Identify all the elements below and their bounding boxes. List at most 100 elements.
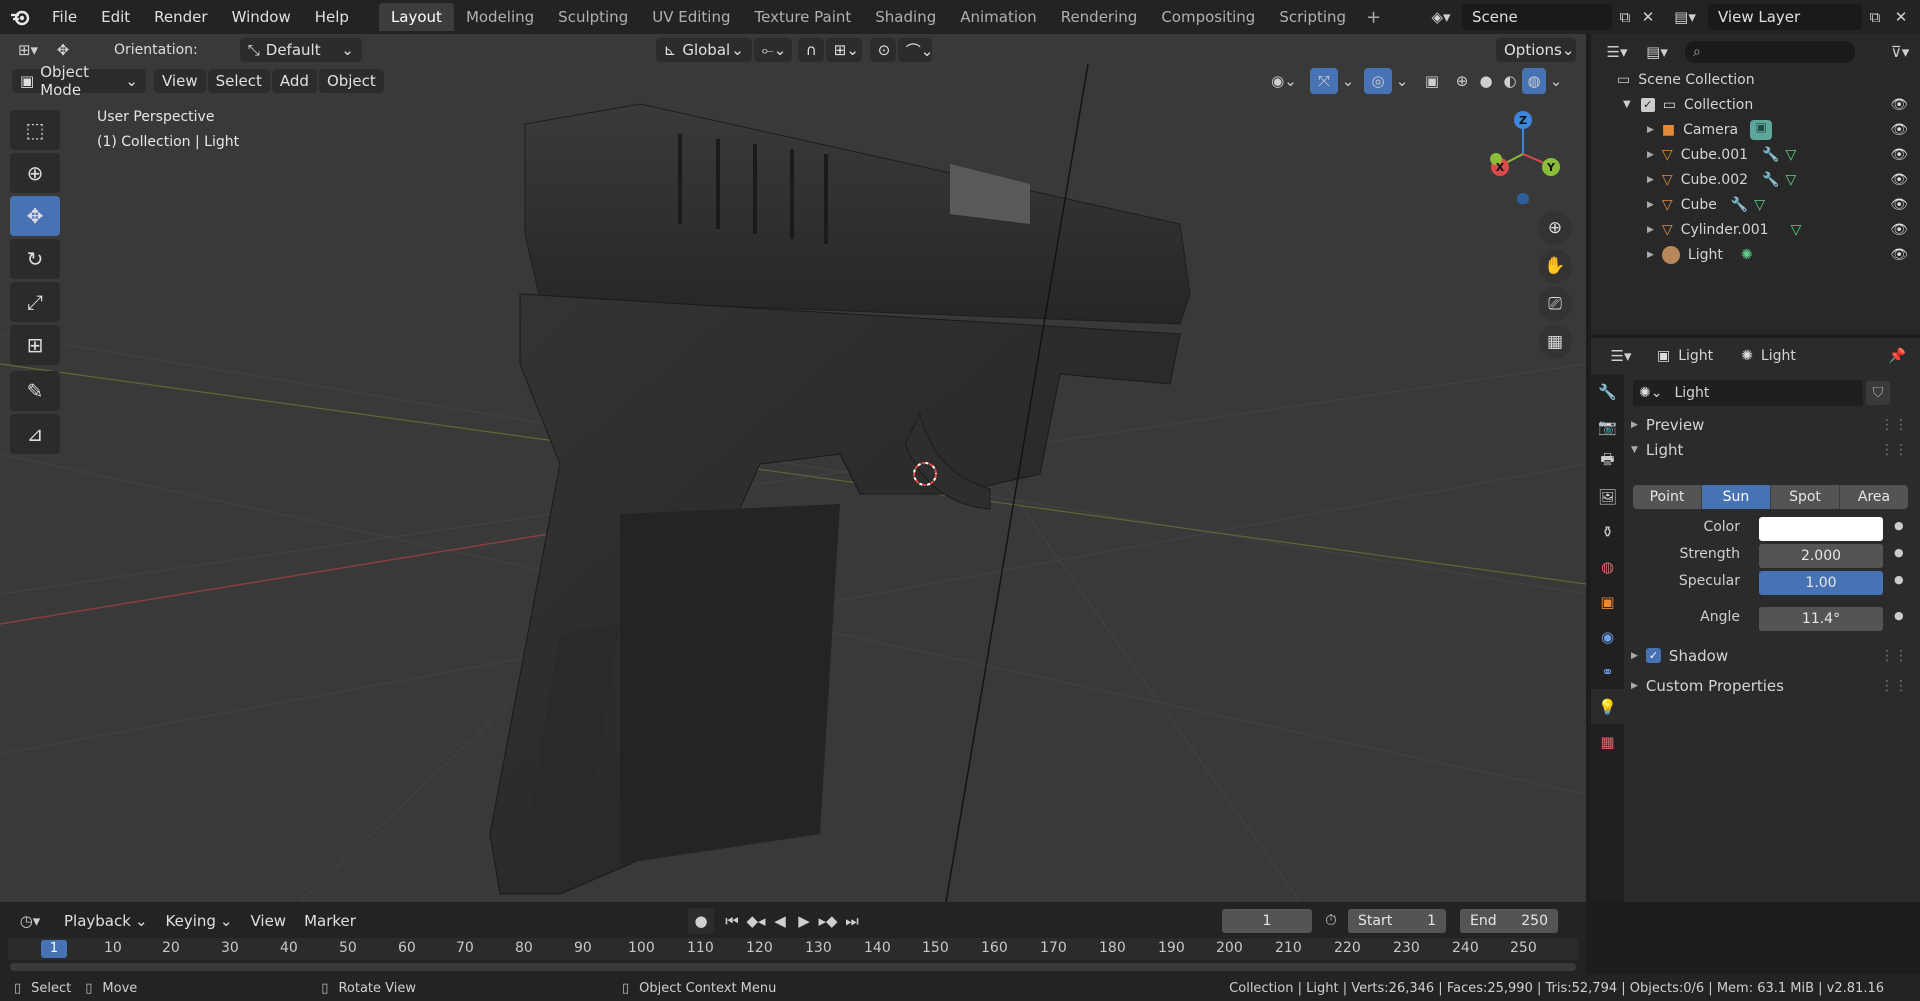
menu-file[interactable]: File <box>40 8 89 26</box>
sun-dropdown-icon[interactable]: ✺⌄ <box>1639 385 1662 401</box>
gizmo-toggle-icon[interactable]: ⤧ <box>1310 68 1338 94</box>
tab-scripting[interactable]: Scripting <box>1267 3 1358 31</box>
filter-icon[interactable]: ⊽▾ <box>1880 39 1920 65</box>
tab-texture-paint[interactable]: Texture Paint <box>742 3 863 31</box>
eye-icon[interactable]: 👁 <box>1890 97 1908 113</box>
modifier-wrench-icon[interactable]: 🔧 <box>1762 147 1779 163</box>
new-view-layer-icon[interactable]: ⧉ <box>1862 4 1888 30</box>
material-shading-icon[interactable]: ◐ <box>1498 68 1522 94</box>
drag-handle-icon[interactable]: ⋮⋮ <box>1880 648 1908 664</box>
snap-target-dropdown[interactable]: ⊞⌄ <box>825 38 862 62</box>
outliner-item-cube[interactable]: ▶ ▽ Cube 🔧 ▽ 👁 <box>1591 192 1920 217</box>
mesh-data-icon[interactable]: ▽ <box>1791 222 1802 238</box>
custom-properties-header[interactable]: ▶ Custom Properties ⋮⋮ <box>1631 673 1920 698</box>
pan-hand-icon[interactable]: ✋ <box>1538 249 1572 283</box>
view-layer-selector-icon[interactable]: ▤▾ <box>1670 4 1700 30</box>
add-menu[interactable]: Add <box>271 69 317 93</box>
prev-keyframe-icon[interactable]: ◆◂ <box>744 908 768 934</box>
mode-dropdown[interactable]: ▣ Object Mode ⌄ <box>12 63 146 99</box>
shadow-panel-header[interactable]: ▶ ✓ Shadow ⋮⋮ <box>1631 643 1920 668</box>
navigation-gizmo[interactable]: Z Y X <box>1478 104 1568 204</box>
mesh-data-icon[interactable]: ▽ <box>1785 172 1796 188</box>
breadcrumb-data[interactable]: Light <box>1761 348 1796 364</box>
frame-ruler[interactable]: 1 10 20 30 40 50 60 70 80 90 100 110 120… <box>8 938 1578 960</box>
light-type-spot[interactable]: Spot <box>1771 485 1840 509</box>
keyframe-dot-icon[interactable]: ● <box>1894 546 1904 559</box>
jump-start-icon[interactable]: ⏮ <box>720 908 744 934</box>
overlay-dropdown-icon[interactable]: ⌄ <box>1392 68 1412 94</box>
eye-icon[interactable]: 👁 <box>1890 122 1908 138</box>
marker-menu[interactable]: Marker <box>296 909 364 933</box>
menu-edit[interactable]: Edit <box>89 8 142 26</box>
camera-data-icon[interactable]: ▣ <box>1750 119 1773 140</box>
scene-collection-row[interactable]: ▭ Scene Collection <box>1591 67 1920 92</box>
color-swatch[interactable] <box>1759 517 1883 541</box>
light-data-properties-icon[interactable]: 💡 <box>1591 689 1624 724</box>
tab-compositing[interactable]: Compositing <box>1149 3 1267 31</box>
tab-layout[interactable]: Layout <box>378 3 454 31</box>
render-properties-icon[interactable]: 📷 <box>1591 409 1624 444</box>
expand-arrow-icon[interactable]: ▶ <box>1647 175 1654 185</box>
modifier-wrench-icon[interactable]: 🔧 <box>1731 197 1748 213</box>
start-frame-field[interactable]: Start 1 <box>1348 909 1446 933</box>
measure-tool-icon[interactable]: ⊿ <box>10 414 60 454</box>
play-icon[interactable]: ▶ <box>792 908 816 934</box>
expand-arrow-icon[interactable]: ▶ <box>1647 200 1654 210</box>
pin-icon[interactable]: 📌 <box>1889 348 1906 364</box>
drag-handle-icon[interactable]: ⋮⋮ <box>1880 678 1908 694</box>
physics-properties-icon[interactable]: ◉ <box>1591 619 1624 654</box>
blender-logo-icon[interactable] <box>0 0 40 34</box>
stopwatch-icon[interactable]: ⏱ <box>1316 907 1346 933</box>
view-layer-properties-icon[interactable]: 🖼 <box>1591 479 1624 514</box>
jump-end-icon[interactable]: ⏭ <box>840 908 864 934</box>
eye-icon[interactable]: 👁 <box>1890 147 1908 163</box>
constraint-properties-icon[interactable]: ⚭ <box>1591 654 1624 689</box>
view-menu[interactable]: View <box>154 69 206 93</box>
object-menu[interactable]: Object <box>318 69 384 93</box>
cursor-tool-icon[interactable]: ⊕ <box>10 153 60 193</box>
shadow-checkbox[interactable]: ✓ <box>1645 648 1661 663</box>
expand-arrow-icon[interactable]: ▼ <box>1623 99 1631 110</box>
rendered-shading-icon[interactable]: ◍ <box>1522 68 1546 94</box>
keyframe-dot-icon[interactable]: ● <box>1894 573 1904 586</box>
specular-slider[interactable]: 1.00 <box>1759 571 1883 595</box>
menu-render[interactable]: Render <box>142 8 219 26</box>
modifier-wrench-icon[interactable]: 🔧 <box>1762 172 1779 188</box>
outliner-item-cube002[interactable]: ▶ ▽ Cube.002 🔧 ▽ 👁 <box>1591 167 1920 192</box>
tab-rendering[interactable]: Rendering <box>1049 3 1150 31</box>
outliner-item-camera[interactable]: ▶ ■ Camera ▣ 👁 <box>1591 117 1920 142</box>
texture-properties-icon[interactable]: ▦ <box>1591 724 1624 759</box>
outliner-editor-type-icon[interactable]: ☰▾ <box>1597 39 1637 65</box>
solid-shading-icon[interactable]: ● <box>1474 68 1498 94</box>
zoom-icon[interactable]: ⊕ <box>1538 211 1572 245</box>
preview-panel-header[interactable]: ▶ Preview ⋮⋮ <box>1631 412 1920 437</box>
tab-uv-editing[interactable]: UV Editing <box>640 3 742 31</box>
orientation-dropdown[interactable]: ⤡ Default ⌄ <box>239 38 362 62</box>
light-type-sun[interactable]: Sun <box>1702 485 1771 509</box>
scene-selector-icon[interactable]: ◈▾ <box>1426 4 1456 30</box>
light-type-area[interactable]: Area <box>1840 485 1908 509</box>
eye-icon[interactable]: 👁 <box>1890 197 1908 213</box>
drag-handle-icon[interactable]: ⋮⋮ <box>1880 442 1908 458</box>
scene-name-field[interactable]: Scene <box>1462 4 1612 30</box>
output-properties-icon[interactable]: 🖶 <box>1591 444 1624 479</box>
menu-help[interactable]: Help <box>303 8 361 26</box>
annotate-tool-icon[interactable]: ✎ <box>10 371 60 411</box>
shading-dropdown-icon[interactable]: ⌄ <box>1546 68 1566 94</box>
playhead-marker[interactable]: 1 <box>41 940 67 958</box>
tab-animation[interactable]: Animation <box>948 3 1048 31</box>
world-properties-icon[interactable]: ◍ <box>1591 549 1624 584</box>
outliner-item-cylinder001[interactable]: ▶ ▽ Cylinder.001 ▽ 👁 <box>1591 217 1920 242</box>
light-datablock-field[interactable]: ✺⌄ Light <box>1633 380 1863 406</box>
eye-icon[interactable]: 👁 <box>1890 247 1908 263</box>
outliner-item-cube001[interactable]: ▶ ▽ Cube.001 🔧 ▽ 👁 <box>1591 142 1920 167</box>
next-keyframe-icon[interactable]: ▸◆ <box>816 908 840 934</box>
tab-modeling[interactable]: Modeling <box>454 3 546 31</box>
move-tool-active-icon[interactable]: ✥ <box>10 196 60 236</box>
light-panel-header[interactable]: ▼ Light ⋮⋮ <box>1631 437 1920 462</box>
play-reverse-icon[interactable]: ◀ <box>768 908 792 934</box>
breadcrumb-object[interactable]: Light <box>1678 348 1713 364</box>
3d-viewport[interactable]: ⊞▾ ✥ Orientation: ⤡ Default ⌄ ⊾ Global ⌄ ⟜⌄ … <box>0 34 1586 902</box>
delete-scene-icon[interactable]: ✕ <box>1636 4 1660 30</box>
drag-handle-icon[interactable]: ⋮⋮ <box>1880 417 1908 433</box>
